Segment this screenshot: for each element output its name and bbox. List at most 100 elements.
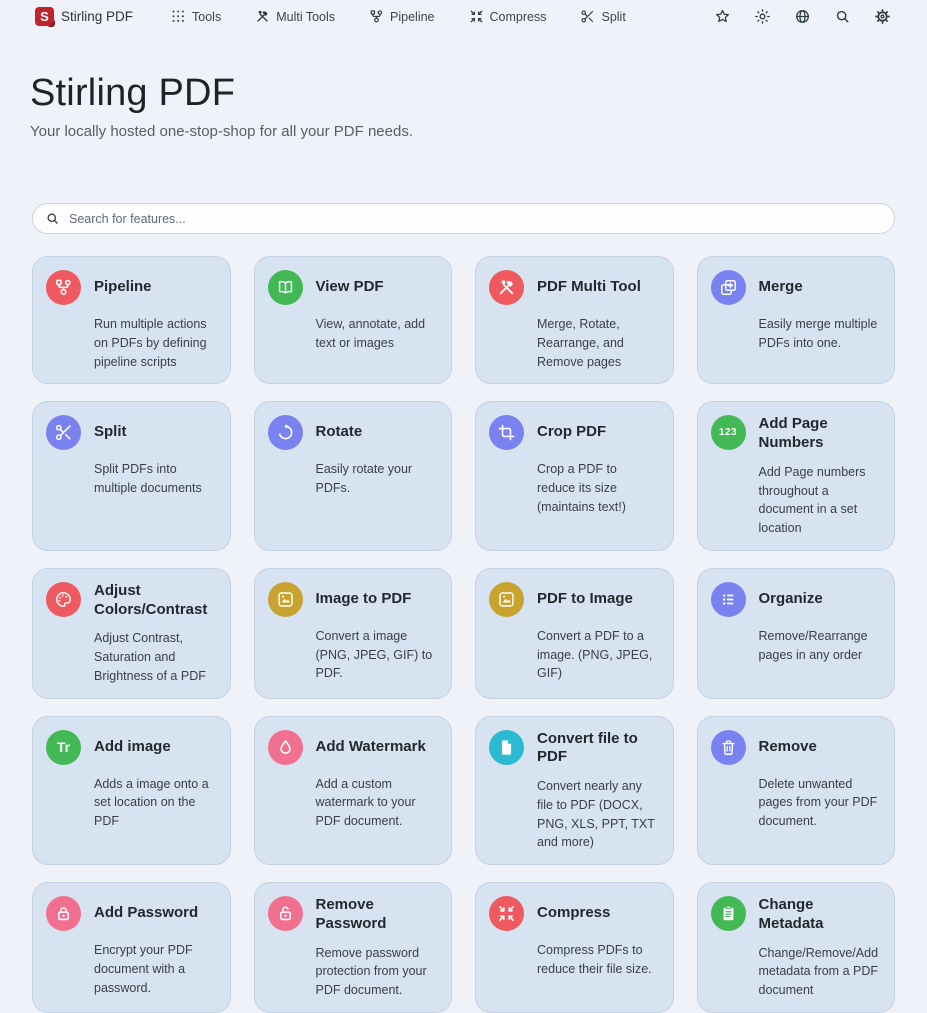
logo-letter: S (40, 9, 49, 24)
card-title: Remove Password (316, 896, 438, 934)
pipeline-icon (46, 270, 81, 305)
feature-card-split[interactable]: Split Split PDFs into multiple documents (32, 401, 231, 551)
card-description: Remove/Rearrange pages in any order (759, 627, 881, 665)
card-title: Compress (537, 904, 659, 923)
feature-card-organize[interactable]: Organize Remove/Rearrange pages in any or… (697, 568, 896, 699)
image-icon (489, 582, 524, 617)
page-subtitle: Your locally hosted one-stop-shop for al… (30, 123, 897, 140)
search-icon (45, 211, 60, 226)
feature-card-add-image[interactable]: Tr Add image Adds a image onto a set locat… (32, 716, 231, 866)
search-icon[interactable] (833, 8, 851, 26)
feature-card-remove-password[interactable]: Remove Password Remove password protectio… (254, 882, 453, 1013)
nav-item-compress[interactable]: Compress (469, 9, 547, 24)
card-description: Adjust Contrast, Saturation and Brightne… (94, 629, 216, 685)
card-title: Pipeline (94, 278, 216, 297)
multi-tools-icon (255, 9, 270, 24)
nav-item-split[interactable]: Split (580, 9, 625, 24)
feature-card-rotate[interactable]: Rotate Easily rotate your PDFs. (254, 401, 453, 551)
feature-card-pipeline[interactable]: Pipeline Run multiple actions on PDFs by … (32, 256, 231, 384)
image-icon (268, 582, 303, 617)
card-title: Rotate (316, 423, 438, 442)
card-title: Organize (759, 590, 881, 609)
feature-card-merge[interactable]: MergeEasily merge multiple PDFs into one… (697, 256, 896, 384)
nav-item-label: Tools (192, 10, 221, 24)
card-description: Convert a PDF to a image. (PNG, JPEG, GI… (537, 627, 659, 683)
split-icon (580, 9, 595, 24)
card-description: Split PDFs into multiple documents (94, 460, 216, 498)
page-title: Stirling PDF (30, 72, 897, 115)
card-description: Crop a PDF to reduce its size (maintains… (537, 460, 659, 516)
card-description: Easily rotate your PDFs. (316, 460, 438, 498)
card-title: View PDF (316, 278, 438, 297)
split-icon (46, 415, 81, 450)
grid-icon (171, 9, 186, 24)
star-icon[interactable] (713, 8, 731, 26)
navbar-actions (713, 8, 891, 26)
brand-label: Stirling PDF (61, 9, 133, 24)
card-description: Merge, Rotate, Rearrange, and Remove pag… (537, 315, 659, 371)
card-title: PDF to Image (537, 590, 659, 609)
card-title: Change Metadata (759, 896, 881, 934)
feature-card-compress[interactable]: Compress Compress PDFs to reduce their fi… (475, 882, 674, 1013)
card-description: Run multiple actions on PDFs by defining… (94, 315, 216, 371)
feature-card-view-pdf[interactable]: View PDF View, annotate, add text or imag… (254, 256, 453, 384)
compress-icon (469, 9, 484, 24)
file-icon (489, 730, 524, 765)
feature-card-convert-file-to-pdf[interactable]: Convert file to PDFConvert nearly any fi… (475, 716, 674, 866)
card-title: Merge (759, 278, 881, 297)
card-title: Adjust Colors/Contrast (94, 582, 216, 620)
feature-card-add-page-numbers[interactable]: 123Add Page NumbersAdd Page numbers thro… (697, 401, 896, 551)
pipeline-icon (369, 9, 384, 24)
feature-card-pdf-multi-tool[interactable]: PDF Multi ToolMerge, Rotate, Rearrange, … (475, 256, 674, 384)
feature-card-image-to-pdf[interactable]: Image to PDF Convert a image (PNG, JPEG, … (254, 568, 453, 699)
feature-search-bar[interactable] (32, 203, 895, 234)
card-title: Add Password (94, 904, 216, 923)
nav-item-label: Compress (490, 10, 547, 24)
organize-icon (711, 582, 746, 617)
card-description: Add Page numbers throughout a document i… (759, 463, 881, 538)
navbar-menu: Tools Multi Tools Pipeline Compress Split (171, 9, 660, 24)
nav-item-label: Multi Tools (276, 10, 335, 24)
card-title: Split (94, 423, 216, 442)
top-navbar: S Stirling PDF Tools Multi Tools Pipeline C… (0, 0, 927, 33)
card-description: Compress PDFs to reduce their file size. (537, 941, 659, 979)
card-description: Delete unwanted pages from your PDF docu… (759, 775, 881, 831)
globe-icon[interactable] (793, 8, 811, 26)
nav-item-multi-tools[interactable]: Multi Tools (255, 9, 335, 24)
card-description: View, annotate, add text or images (316, 315, 438, 353)
card-title: Add Watermark (316, 738, 438, 757)
lock-icon (46, 896, 81, 931)
card-description: Convert a image (PNG, JPEG, GIF) to PDF. (316, 627, 438, 683)
book-open-icon (268, 270, 303, 305)
card-title: Image to PDF (316, 590, 438, 609)
feature-card-crop-pdf[interactable]: Crop PDF Crop a PDF to reduce its size (m… (475, 401, 674, 551)
card-title: Add image (94, 738, 216, 757)
rotate-icon (268, 415, 303, 450)
feature-card-adjust-colors-contrast[interactable]: Adjust Colors/Contrast Adjust Contrast, S… (32, 568, 231, 699)
page-header: Stirling PDF Your locally hosted one-sto… (0, 33, 927, 140)
card-description: Remove password protection from your PDF… (316, 944, 438, 1000)
feature-card-add-watermark[interactable]: Add WatermarkAdd a custom watermark to y… (254, 716, 453, 866)
nav-item-label: Split (601, 10, 625, 24)
feature-card-change-metadata[interactable]: Change MetadataChange/Remove/Add metadat… (697, 882, 896, 1013)
card-title: Crop PDF (537, 423, 659, 442)
card-description: Encrypt your PDF document with a passwor… (94, 941, 216, 997)
search-input[interactable] (69, 212, 882, 226)
multi-tools-icon (489, 270, 524, 305)
clipboard-icon (711, 896, 746, 931)
trash-icon (711, 730, 746, 765)
numbers-icon: 123 (711, 415, 746, 450)
feature-card-grid: Pipeline Run multiple actions on PDFs by … (32, 256, 895, 1013)
nav-item-tools[interactable]: Tools (171, 9, 221, 24)
brightness-icon[interactable] (753, 8, 771, 26)
brand-home-link[interactable]: S Stirling PDF (35, 7, 133, 26)
feature-card-remove[interactable]: RemoveDelete unwanted pages from your PD… (697, 716, 896, 866)
feature-card-pdf-to-image[interactable]: PDF to Image Convert a PDF to a image. (P… (475, 568, 674, 699)
feature-card-add-password[interactable]: Add Password Encrypt your PDF document wi… (32, 882, 231, 1013)
settings-icon[interactable] (873, 8, 891, 26)
card-description: Adds a image onto a set location on the … (94, 775, 216, 831)
text-icon: Tr (46, 730, 81, 765)
nav-item-pipeline[interactable]: Pipeline (369, 9, 434, 24)
nav-item-label: Pipeline (390, 10, 434, 24)
stirling-logo-icon: S (35, 7, 54, 26)
